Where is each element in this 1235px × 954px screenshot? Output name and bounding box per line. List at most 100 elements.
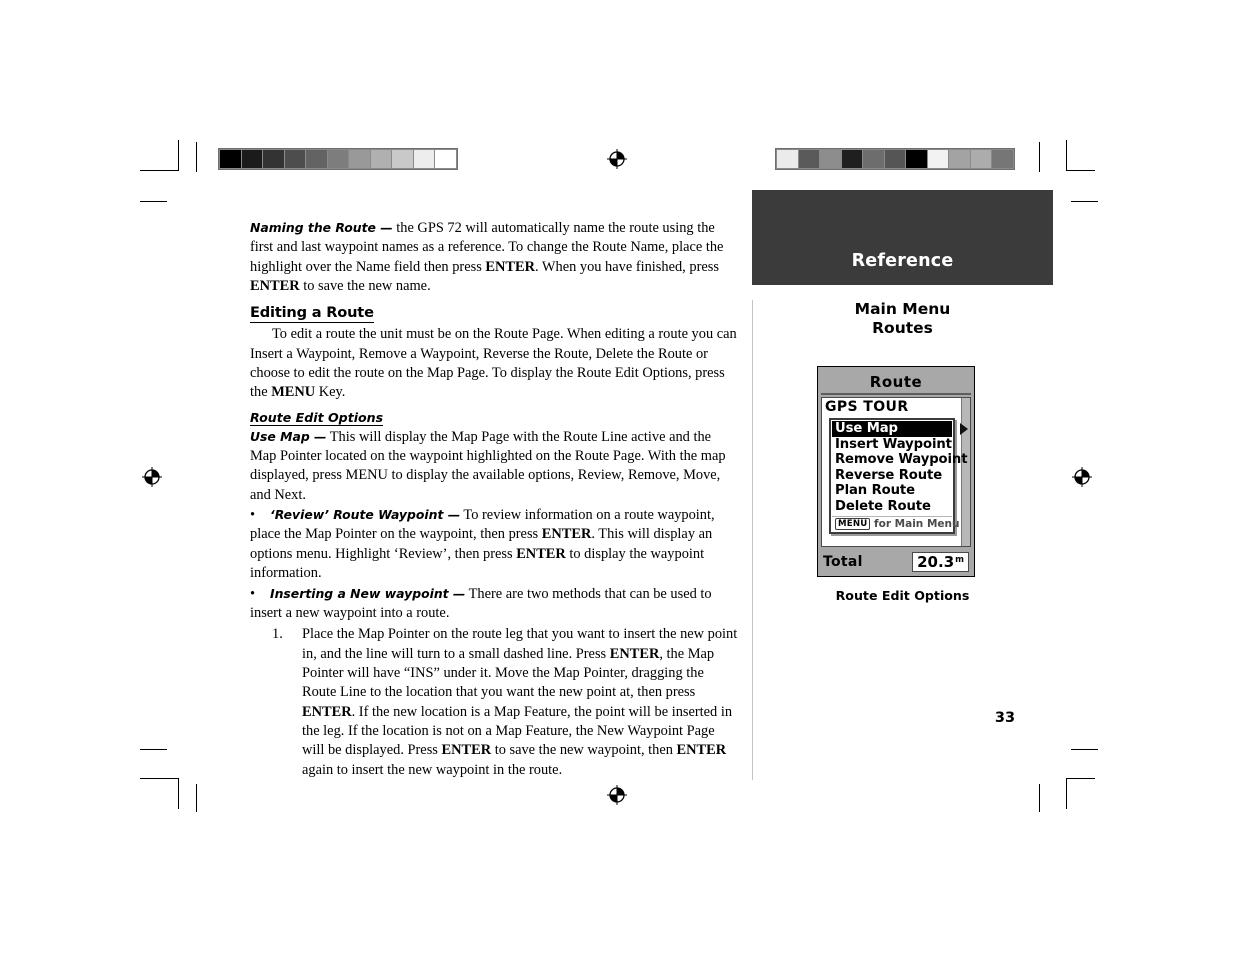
key-enter-1: ENTER xyxy=(485,258,535,275)
calibration-right-swatch xyxy=(777,150,798,168)
key-enter-7: ENTER xyxy=(441,742,492,759)
crop-mark-top-right-vertical xyxy=(1066,140,1067,171)
calibration-left-swatch xyxy=(220,150,241,168)
lead-in-use-map: Use Map — xyxy=(250,428,327,444)
gps-total-unit: m xyxy=(955,555,964,565)
key-enter-6: ENTER xyxy=(302,703,352,720)
gps-menu-item-remove-waypoint[interactable]: Remove Waypoint xyxy=(832,452,968,468)
gps-menu-item-insert-waypoint[interactable]: Insert Waypoint xyxy=(832,437,952,453)
calibration-right-swatch xyxy=(863,150,884,168)
calibration-right-swatch xyxy=(949,150,970,168)
registration-mark-right xyxy=(1072,467,1092,487)
key-enter-4: ENTER xyxy=(516,545,566,562)
gps-menu-item-use-map[interactable]: Use Map xyxy=(832,421,952,437)
list-item-step-1: 1. Place the Map Pointer on the route leg… xyxy=(272,625,738,780)
page-number: 33 xyxy=(994,710,1016,726)
calibration-right-swatch xyxy=(820,150,841,168)
gps-total-label: Total xyxy=(823,554,863,570)
crop-mark-bottom-left-bleed-vertical xyxy=(196,784,197,812)
calibration-left-swatch xyxy=(370,150,392,168)
chapter-banner-label: Reference xyxy=(851,251,954,271)
gps-popup-footer-hint: MENU for Main Menu xyxy=(832,515,959,531)
calibration-left-swatch xyxy=(435,150,457,168)
key-enter-8: ENTER xyxy=(676,742,727,759)
calibration-left-swatch xyxy=(284,150,306,168)
key-enter-3: ENTER xyxy=(541,526,592,543)
calibration-left-swatch xyxy=(241,150,263,168)
sidebar-title-line-2: Routes xyxy=(872,319,933,337)
crop-mark-bottom-right-vertical xyxy=(1066,778,1067,809)
figure-caption: Route Edit Options xyxy=(835,588,970,603)
lead-in-inserting-new-waypoint: Inserting a New waypoint — xyxy=(270,585,466,601)
calibration-left-swatch xyxy=(263,150,284,168)
sidebar-section-title: Main Menu Routes xyxy=(760,300,1045,338)
key-enter-5: ENTER xyxy=(609,645,660,662)
gps-total-value: 20.3 xyxy=(917,553,955,571)
calibration-right-swatch xyxy=(841,150,863,168)
crop-mark-top-left-horizontal xyxy=(140,170,178,171)
registration-mark-left xyxy=(142,467,162,487)
crop-mark-top-left-bleed xyxy=(140,201,167,202)
body-text-column: Naming the Route — the GPS 72 will autom… xyxy=(250,218,738,780)
editing-route-text-2: Key. xyxy=(315,384,346,401)
calibration-left-swatch xyxy=(392,150,413,168)
heading-editing-a-route: Editing a Route xyxy=(250,304,374,324)
crop-mark-top-right-bleed xyxy=(1071,201,1098,202)
chevron-right-icon xyxy=(960,423,968,435)
calibration-right-swatch xyxy=(970,150,992,168)
gps-total-value-box: 20.3 m xyxy=(912,552,969,572)
paragraph-naming-the-route: Naming the Route — the GPS 72 will autom… xyxy=(250,218,738,296)
crop-mark-bottom-left-bleed xyxy=(140,749,167,750)
heading-route-edit-options: Route Edit Options xyxy=(250,409,384,426)
gps-menu-item-reverse-route[interactable]: Reverse Route xyxy=(832,468,952,484)
step-number-1: 1. xyxy=(272,626,283,643)
crop-mark-bottom-right-bleed xyxy=(1071,749,1098,750)
key-enter-2: ENTER xyxy=(250,278,300,295)
registration-mark-top xyxy=(607,149,627,169)
sidebar-title-line-1: Main Menu xyxy=(854,300,951,318)
crop-mark-bottom-left-horizontal xyxy=(140,778,178,779)
step-1-text-5: again to insert the new waypoint in the … xyxy=(302,761,563,778)
gps-screen-title: Route xyxy=(869,372,923,391)
key-menu-1: MENU xyxy=(271,384,316,401)
bullet-icon-review: • xyxy=(250,507,256,524)
gps-menu-item-plan-route[interactable]: Plan Route xyxy=(832,483,952,499)
crop-mark-bottom-right-horizontal xyxy=(1066,778,1095,779)
lead-in-naming-the-route: Naming the Route — xyxy=(250,220,393,235)
crop-mark-top-left-vertical xyxy=(178,140,179,171)
crop-mark-top-right-horizontal xyxy=(1066,170,1095,171)
color-calibration-strip-left xyxy=(218,148,458,170)
crop-mark-bottom-left-vertical xyxy=(178,778,179,809)
bullet-icon-inserting: • xyxy=(250,585,256,602)
naming-route-text-3: to save the new name. xyxy=(299,278,431,295)
chapter-banner-reference: Reference xyxy=(752,190,1053,285)
paragraph-editing-a-route: To edit a route the unit must be on the … xyxy=(250,325,738,402)
calibration-left-swatch xyxy=(349,150,370,168)
lead-in-review-route-waypoint: ‘Review’ Route Waypoint — xyxy=(270,507,461,523)
calibration-right-swatch xyxy=(992,150,1014,168)
gps-route-name-field[interactable]: GPS TOUR xyxy=(822,398,970,415)
paragraph-review-route-waypoint: • ‘Review’ Route Waypoint — To review inf… xyxy=(250,505,738,583)
gps-menu-item-delete-route[interactable]: Delete Route xyxy=(832,499,952,515)
gps-menu-key-chip: MENU xyxy=(835,517,871,530)
calibration-right-swatch xyxy=(906,150,927,168)
gps-scrollbar[interactable] xyxy=(961,398,970,546)
naming-route-text-2: . When you have finished, press xyxy=(534,258,719,275)
calibration-left-swatch xyxy=(306,150,327,168)
crop-mark-top-right-bleed-vertical xyxy=(1039,142,1040,172)
step-1-text-4: to save the new waypoint, then xyxy=(491,742,677,759)
gps-screen-body: GPS TOUR Use Map Insert Waypoint Remove … xyxy=(821,397,971,547)
paragraph-use-map: Use Map — This will display the Map Page… xyxy=(250,427,738,505)
gps-footer-hint-text: for Main Menu xyxy=(870,517,960,530)
paragraph-inserting-new-waypoint: • Inserting a New waypoint — There are tw… xyxy=(250,584,738,624)
gps-screen-footer: Total 20.3 m xyxy=(821,550,971,574)
calibration-right-swatch xyxy=(884,150,906,168)
crop-mark-bottom-right-bleed-vertical xyxy=(1039,784,1040,812)
calibration-right-swatch xyxy=(927,150,949,168)
gps-screen-titlebar: Route xyxy=(821,370,971,395)
calibration-left-swatch xyxy=(327,150,349,168)
gps-route-edit-options-popup: Use Map Insert Waypoint Remove Waypoint … xyxy=(829,418,968,534)
column-divider-rule xyxy=(752,300,753,780)
gps-device-screenshot: Route GPS TOUR Use Map Insert Waypoint R… xyxy=(817,366,975,577)
color-calibration-strip-right xyxy=(775,148,1015,170)
